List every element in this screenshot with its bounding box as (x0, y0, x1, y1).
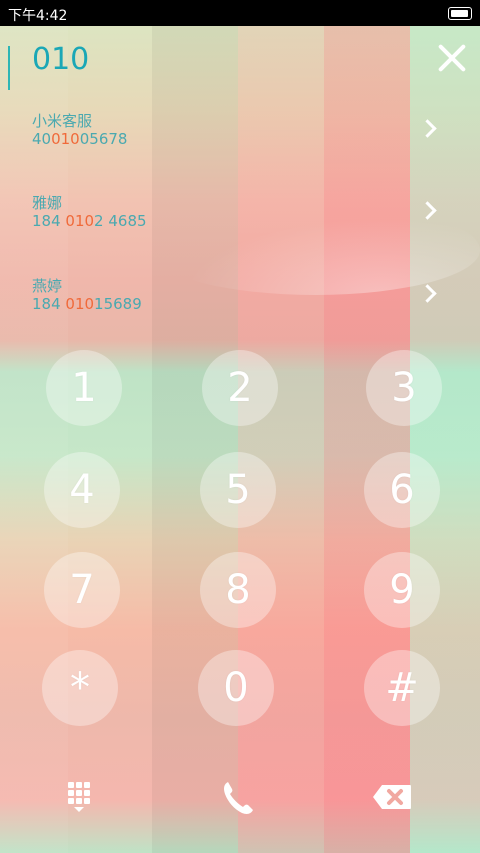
backspace-icon[interactable] (372, 778, 416, 814)
dialpad-icon[interactable] (58, 772, 106, 820)
number-suffix: 05678 (79, 130, 128, 148)
key-7[interactable]: 7 (44, 552, 120, 628)
dialed-number: 010 (32, 42, 90, 77)
contact-name: 小米客服 (32, 112, 93, 130)
number-prefix: 184 (32, 295, 66, 313)
key-8[interactable]: 8 (200, 552, 276, 628)
number-prefix: 40 (32, 130, 52, 148)
text-cursor (8, 46, 10, 90)
contact-suggestion[interactable]: 雅娜 184 0102 4685 (0, 192, 480, 262)
key-5[interactable]: 5 (200, 452, 276, 528)
number-prefix: 184 (32, 212, 66, 230)
key-hash[interactable]: # (364, 650, 440, 726)
number-match: 010 (65, 212, 95, 230)
number-match: 010 (65, 295, 95, 313)
contact-suggestion[interactable]: 燕婷 184 01015689 (0, 275, 480, 345)
contact-number: 184 01015689 (32, 295, 142, 313)
key-1[interactable]: 1 (46, 350, 122, 426)
number-suffix: 15689 (94, 295, 142, 313)
status-time: 下午4:42 (8, 8, 68, 24)
contact-number: 4001005678 (32, 130, 127, 148)
number-match: 010 (51, 130, 80, 148)
close-icon[interactable] (434, 40, 470, 76)
key-3[interactable]: 3 (366, 350, 442, 426)
key-4[interactable]: 4 (44, 452, 120, 528)
chevron-right-icon[interactable] (418, 201, 437, 220)
number-suffix: 2 4685 (94, 212, 147, 230)
status-bar: 下午4:42 (0, 0, 480, 26)
key-0[interactable]: 0 (198, 650, 274, 726)
contact-number: 184 0102 4685 (32, 212, 147, 230)
key-2[interactable]: 2 (202, 350, 278, 426)
contact-name: 燕婷 (32, 277, 63, 295)
phone-icon[interactable] (214, 774, 262, 822)
dialed-number-field[interactable]: 010 (0, 26, 480, 96)
contact-suggestion[interactable]: 小米客服 4001005678 (0, 110, 480, 180)
key-6[interactable]: 6 (364, 452, 440, 528)
contact-name: 雅娜 (32, 194, 63, 212)
key-9[interactable]: 9 (364, 552, 440, 628)
battery-icon (448, 7, 472, 20)
chevron-right-icon[interactable] (418, 119, 437, 138)
key-star[interactable]: * (42, 650, 118, 726)
chevron-right-icon[interactable] (418, 284, 437, 303)
